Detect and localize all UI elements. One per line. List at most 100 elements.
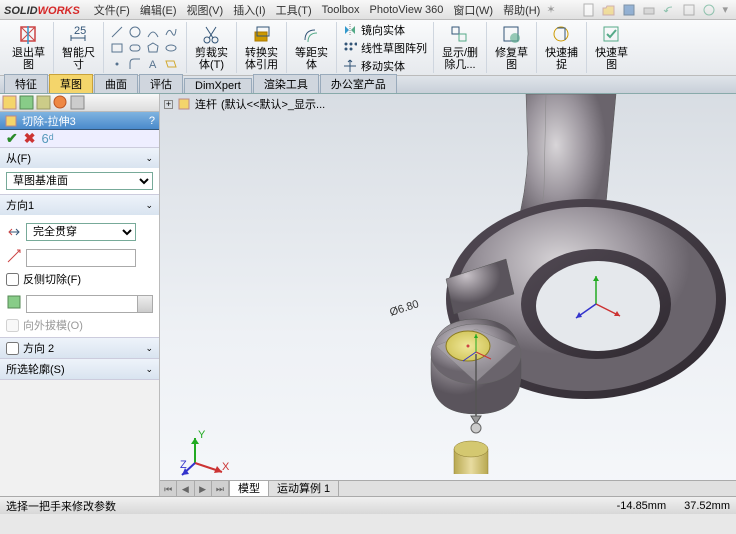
menu-file[interactable]: 文件(F) — [90, 0, 134, 20]
display-tab-icon[interactable] — [53, 95, 68, 110]
view-triad[interactable]: Y X Z — [180, 428, 230, 478]
model-preview: Ø6.80 — [196, 94, 736, 474]
spline-icon[interactable] — [164, 25, 178, 39]
new-doc-icon[interactable] — [582, 3, 596, 17]
direction2-section: 方向 2⌄ — [0, 338, 159, 359]
plane-icon[interactable] — [164, 57, 178, 71]
move-entities-button[interactable]: 移动实体 — [341, 57, 407, 75]
property-manager: 切除-拉伸3 ? ✔ ✖ 6ᵈ 从(F)⌄ 草图基准面 方向1⌄ 完全贯穿 — [0, 94, 160, 496]
motion-tabs: ⏮ ◀ ▶ ⏭ 模型 运动算例 1 — [160, 480, 736, 496]
direction1-section: 方向1⌄ 完全贯穿 反侧切除(F) — [0, 195, 159, 338]
repair-button[interactable]: 修复草 图 — [491, 22, 532, 73]
text-icon[interactable]: A — [146, 57, 160, 71]
from-section: 从(F)⌄ 草图基准面 — [0, 148, 159, 195]
dimension-icon: 25 — [68, 24, 90, 46]
fillet-icon[interactable] — [128, 57, 142, 71]
cancel-button[interactable]: ✖ — [24, 130, 36, 147]
draft-angle-spinner[interactable] — [26, 295, 153, 313]
draft-icon[interactable] — [6, 294, 22, 310]
panel-tab-bar — [0, 94, 159, 112]
menu-edit[interactable]: 编辑(E) — [136, 0, 181, 20]
tab-surface[interactable]: 曲面 — [94, 74, 138, 93]
menu-help[interactable]: 帮助(H) — [499, 0, 544, 20]
title-bar: SOLIDWORKS 文件(F) 编辑(E) 视图(V) 插入(I) 工具(T)… — [0, 0, 736, 20]
arc-icon[interactable] — [146, 25, 160, 39]
tab-first-icon[interactable]: ⏮ — [160, 481, 177, 496]
svg-text:A: A — [149, 59, 157, 71]
draft-outward-checkbox[interactable] — [6, 319, 19, 332]
menu-tools[interactable]: 工具(T) — [272, 0, 316, 20]
menu-photoview[interactable]: PhotoView 360 — [366, 2, 448, 18]
menu-view[interactable]: 视图(V) — [183, 0, 228, 20]
quick-snap-button[interactable]: 快速捕 捉 — [541, 22, 582, 73]
rectangle-icon[interactable] — [110, 41, 124, 55]
detail-preview-icon[interactable]: 6ᵈ — [41, 131, 53, 146]
open-icon[interactable] — [602, 3, 616, 17]
direction-field[interactable] — [26, 249, 136, 267]
print-icon[interactable] — [642, 3, 656, 17]
mirror-button[interactable]: 镜向实体 — [341, 21, 407, 39]
relations-icon — [449, 24, 471, 46]
qat-dropdown-icon[interactable]: ▾ — [722, 3, 728, 16]
menu-insert[interactable]: 插入(I) — [229, 0, 269, 20]
undo-icon[interactable] — [662, 3, 676, 17]
move-icon — [343, 59, 357, 73]
status-x: -14.85mm — [617, 500, 667, 512]
tab-office[interactable]: 办公室产品 — [320, 74, 397, 93]
contours-header[interactable]: 所选轮廓(S)⌄ — [0, 359, 159, 379]
tab-evaluate[interactable]: 评估 — [139, 74, 183, 93]
polygon-icon[interactable] — [146, 41, 160, 55]
tab-sketch[interactable]: 草图 — [49, 74, 93, 93]
exit-sketch-button[interactable]: 退出草 图 — [8, 22, 49, 73]
point-icon[interactable] — [110, 57, 124, 71]
end-condition-dropdown[interactable]: 完全贯穿 — [26, 223, 136, 241]
draft-outward-label: 向外拔模(O) — [23, 317, 83, 333]
rebuild-icon[interactable] — [702, 3, 716, 17]
trim-button[interactable]: 剪裁实 体(T) — [191, 22, 232, 73]
direction2-header[interactable]: 方向 2⌄ — [0, 338, 159, 358]
direction-vector-icon[interactable] — [6, 248, 22, 264]
options-icon[interactable] — [682, 3, 696, 17]
slot-icon[interactable] — [128, 41, 142, 55]
feature-tree-tab-icon[interactable] — [2, 95, 17, 110]
display-delete-button[interactable]: 显示/删 除几... — [438, 22, 482, 73]
expand-icon[interactable]: + — [164, 100, 173, 109]
direction2-checkbox[interactable] — [6, 342, 19, 355]
linear-pattern-button[interactable]: 线性草图阵列 — [341, 39, 429, 57]
tab-motion[interactable]: 运动算例 1 — [269, 481, 339, 496]
offset-entities-button[interactable]: 等距实 体 — [291, 22, 332, 73]
menu-pin-icon[interactable]: ✶ — [546, 3, 555, 16]
flip-side-checkbox[interactable] — [6, 273, 19, 286]
tab-prev-icon[interactable]: ◀ — [177, 481, 194, 496]
extra-tab-icon[interactable] — [70, 95, 85, 110]
feature-title-bar: 切除-拉伸3 ? — [0, 112, 159, 130]
graphics-viewport[interactable]: + 连杆 (默认<<默认>_显示... — [160, 94, 736, 496]
circle-icon[interactable] — [128, 25, 142, 39]
command-tabs: 特征 草图 曲面 评估 DimXpert 渲染工具 办公室产品 — [0, 76, 736, 94]
rapid-sketch-button[interactable]: 快速草 图 — [591, 22, 632, 73]
tab-last-icon[interactable]: ⏭ — [212, 481, 229, 496]
ribbon: 退出草 图 25 智能尺 寸 A 剪裁实 体(T) — [0, 20, 736, 76]
help-icon[interactable]: ? — [149, 115, 155, 127]
line-icon[interactable] — [110, 25, 124, 39]
save-icon[interactable] — [622, 3, 636, 17]
from-header[interactable]: 从(F)⌄ — [0, 148, 159, 168]
tab-dimxpert[interactable]: DimXpert — [184, 78, 252, 93]
tab-render[interactable]: 渲染工具 — [253, 74, 319, 93]
convert-entities-button[interactable]: 转换实 体引用 — [241, 22, 282, 73]
menu-window[interactable]: 窗口(W) — [449, 0, 497, 20]
cut-extrude-icon — [4, 114, 18, 128]
config-tab-icon[interactable] — [36, 95, 51, 110]
from-plane-dropdown[interactable]: 草图基准面 — [6, 172, 153, 190]
menu-toolbox[interactable]: Toolbox — [318, 2, 364, 18]
tab-next-icon[interactable]: ▶ — [195, 481, 212, 496]
ellipse-icon[interactable] — [164, 41, 178, 55]
tab-model[interactable]: 模型 — [230, 481, 269, 496]
direction1-header[interactable]: 方向1⌄ — [0, 195, 159, 215]
ok-button[interactable]: ✔ — [6, 130, 18, 147]
smart-dimension-button[interactable]: 25 智能尺 寸 — [58, 22, 99, 73]
tab-feature[interactable]: 特征 — [4, 74, 48, 93]
property-tab-icon[interactable] — [19, 95, 34, 110]
status-bar: 选择一把手来修改参数 -14.85mm 37.52mm — [0, 496, 736, 514]
reverse-direction-icon[interactable] — [6, 224, 22, 240]
